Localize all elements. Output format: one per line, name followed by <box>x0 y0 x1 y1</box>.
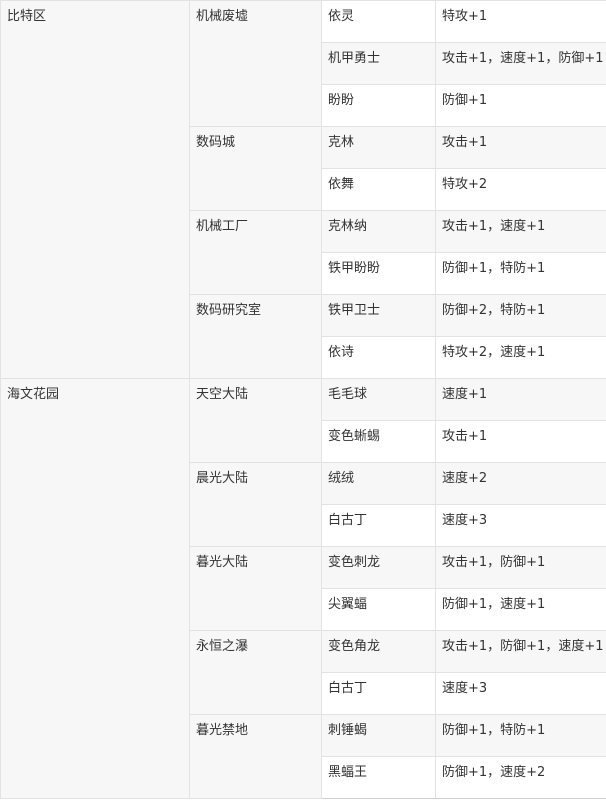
pet-name-cell: 变色角龙 <box>321 630 436 673</box>
reward-cell: 防御+1，特防+1 <box>435 714 606 757</box>
reward-cell: 防御+1，速度+1 <box>435 588 606 631</box>
pet-reward-table: 比特区 机械废墟 依灵 特攻+1 机甲勇士 攻击+1，速度+1，防御+1 盼盼 防御+1 数码城… <box>0 0 606 799</box>
reward-cell: 防御+1 <box>435 84 606 127</box>
reward-cell: 攻击+1，速度+1 <box>435 210 606 253</box>
pet-name-cell: 刺锤蝎 <box>321 714 436 757</box>
region-cell: 海文花园 <box>0 378 190 799</box>
area-cell: 晨光大陆 <box>189 462 322 547</box>
pet-name-cell: 绒绒 <box>321 462 436 505</box>
pet-name-cell: 黑蝠王 <box>321 756 436 799</box>
table-row: 比特区 机械废墟 依灵 特攻+1 <box>0 0 606 379</box>
reward-cell: 攻击+1，防御+1 <box>435 546 606 589</box>
reward-cell: 特攻+2 <box>435 168 606 211</box>
reward-cell: 攻击+1，速度+1，防御+1 <box>435 42 606 85</box>
area-cell: 暮光禁地 <box>189 714 322 799</box>
reward-cell: 速度+2 <box>435 462 606 505</box>
reward-cell: 攻击+1 <box>435 126 606 169</box>
reward-cell: 速度+1 <box>435 378 606 421</box>
table-body: 比特区 机械废墟 依灵 特攻+1 机甲勇士 攻击+1，速度+1，防御+1 盼盼 防御+1 数码城… <box>0 0 606 799</box>
pet-name-cell: 白古丁 <box>321 504 436 547</box>
pet-name-cell: 依灵 <box>321 0 436 43</box>
area-cell: 数码城 <box>189 126 322 211</box>
pet-name-cell: 变色刺龙 <box>321 546 436 589</box>
pet-name-cell: 白古丁 <box>321 672 436 715</box>
pet-name-cell: 克林 <box>321 126 436 169</box>
pet-name-cell: 克林纳 <box>321 210 436 253</box>
area-cell: 永恒之瀑 <box>189 630 322 715</box>
area-cell: 机械工厂 <box>189 210 322 295</box>
pet-name-cell: 机甲勇士 <box>321 42 436 85</box>
pet-name-cell: 变色蜥蜴 <box>321 420 436 463</box>
reward-cell: 攻击+1，防御+1，速度+1 <box>435 630 606 673</box>
area-cell: 天空大陆 <box>189 378 322 463</box>
reward-cell: 防御+2，特防+1 <box>435 294 606 337</box>
reward-cell: 特攻+1 <box>435 0 606 43</box>
region-cell: 比特区 <box>0 0 190 379</box>
reward-cell: 防御+1，速度+2 <box>435 756 606 799</box>
table-row: 海文花园 天空大陆 毛毛球 速度+1 <box>0 378 606 799</box>
reward-cell: 速度+3 <box>435 504 606 547</box>
pet-name-cell: 尖翼蝠 <box>321 588 436 631</box>
pet-name-cell: 依舞 <box>321 168 436 211</box>
pet-name-cell: 毛毛球 <box>321 378 436 421</box>
pet-name-cell: 铁甲盼盼 <box>321 252 436 295</box>
pet-name-cell: 铁甲卫士 <box>321 294 436 337</box>
pet-name-cell: 依诗 <box>321 336 436 379</box>
area-cell: 暮光大陆 <box>189 546 322 631</box>
area-cell: 数码研究室 <box>189 294 322 379</box>
reward-cell: 特攻+2，速度+1 <box>435 336 606 379</box>
reward-cell: 攻击+1 <box>435 420 606 463</box>
pet-name-cell: 盼盼 <box>321 84 436 127</box>
reward-cell: 速度+3 <box>435 672 606 715</box>
area-cell: 机械废墟 <box>189 0 322 127</box>
reward-cell: 防御+1，特防+1 <box>435 252 606 295</box>
